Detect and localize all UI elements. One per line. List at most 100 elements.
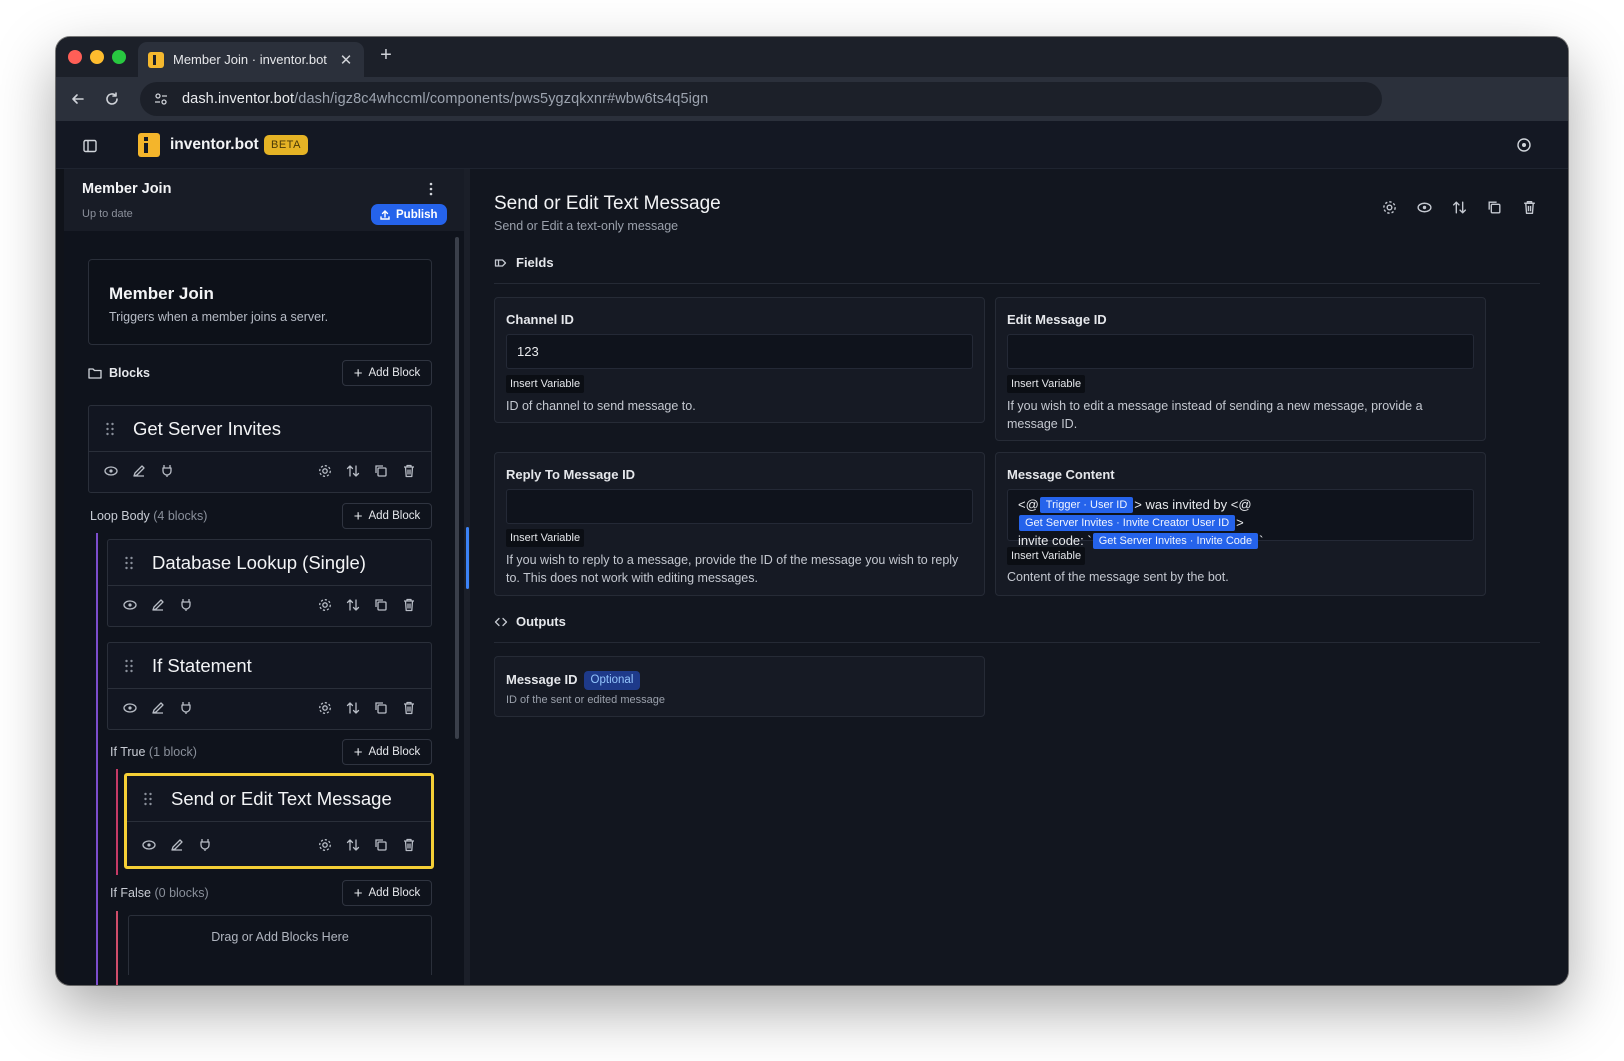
block-get-server-invites[interactable]: Get Server Invites: [88, 405, 432, 493]
edit-message-id-input[interactable]: [1007, 334, 1474, 369]
gear-icon[interactable]: [317, 837, 333, 853]
variable-chip[interactable]: Get Server Invites · Invite Code: [1092, 533, 1259, 549]
drag-handle-icon[interactable]: [143, 792, 153, 806]
editor-title: Send or Edit Text Message: [494, 193, 721, 214]
sidebar-toggle-button[interactable]: [82, 138, 98, 154]
plug-icon[interactable]: [178, 597, 194, 613]
eye-icon[interactable]: [141, 837, 157, 853]
add-block-if-true-button[interactable]: + Add Block: [342, 739, 432, 765]
browser-tab[interactable]: Member Join · inventor.bot ✕: [138, 42, 364, 77]
trash-icon[interactable]: [401, 597, 417, 613]
if-true-branch-line: [116, 769, 118, 875]
minimize-window-button[interactable]: [90, 50, 104, 64]
reply-message-id-input[interactable]: [506, 489, 973, 524]
variable-chip[interactable]: Trigger · User ID: [1039, 497, 1134, 513]
block-send-edit-message[interactable]: Send or Edit Text Message: [124, 773, 434, 869]
copy-icon[interactable]: [1486, 199, 1503, 216]
reorder-icon[interactable]: [345, 463, 361, 479]
beta-badge: BETA: [264, 135, 308, 155]
fields-header: Fields: [494, 255, 554, 270]
insert-variable-button[interactable]: Insert Variable: [1007, 547, 1086, 565]
loop-body-branch-line: [96, 533, 98, 985]
trigger-description: Triggers when a member joins a server.: [109, 310, 329, 324]
add-block-loop-button[interactable]: + Add Block: [342, 503, 432, 529]
eye-icon[interactable]: [122, 597, 138, 613]
if-false-header: If False (0 blocks): [110, 880, 209, 906]
reorder-icon[interactable]: [345, 700, 361, 716]
copy-icon[interactable]: [373, 463, 389, 479]
upload-icon: [380, 209, 390, 220]
block-name: Database Lookup (Single): [152, 551, 366, 573]
reload-button[interactable]: [100, 87, 124, 111]
drop-zone[interactable]: Drag or Add Blocks Here: [128, 915, 432, 975]
block-header: Database Lookup (Single): [108, 540, 431, 586]
reorder-icon[interactable]: [1451, 199, 1468, 216]
more-options-button[interactable]: [426, 181, 436, 197]
eye-icon[interactable]: [122, 700, 138, 716]
app-header: inventor.bot BETA: [56, 121, 1568, 169]
pencil-icon[interactable]: [150, 597, 166, 613]
drag-handle-icon[interactable]: [124, 556, 134, 570]
maximize-window-button[interactable]: [112, 50, 126, 64]
workflow-title: Member Join: [82, 181, 172, 197]
gear-icon[interactable]: [317, 597, 333, 613]
address-bar[interactable]: dash.inventor.bot/dash/igz8c4whccml/comp…: [140, 82, 1382, 116]
tab-close-icon[interactable]: ✕: [338, 51, 354, 69]
pencil-icon[interactable]: [150, 700, 166, 716]
gear-icon[interactable]: [317, 463, 333, 479]
message-content-input[interactable]: <@ Trigger · User ID > was invited by <@Ge…: [1007, 489, 1474, 549]
block-header: Get Server Invites: [89, 406, 431, 452]
block-header: Send or Edit Text Message: [127, 776, 431, 822]
trash-icon[interactable]: [1521, 199, 1538, 216]
if-false-branch-line: [116, 911, 118, 985]
insert-variable-button[interactable]: Insert Variable: [506, 375, 585, 393]
if-true-label: If True (1 block): [110, 745, 197, 759]
block-actions: [141, 836, 417, 854]
copy-icon[interactable]: [373, 597, 389, 613]
new-tab-button[interactable]: +: [374, 44, 398, 67]
pencil-icon[interactable]: [169, 837, 185, 853]
if-false-label: If False (0 blocks): [110, 886, 209, 900]
copy-icon[interactable]: [373, 837, 389, 853]
block-if-statement[interactable]: If Statement: [107, 642, 432, 730]
fields-divider: [494, 283, 1540, 284]
edit-message-id-help: If you wish to edit a message instead of…: [1007, 399, 1423, 431]
gear-icon[interactable]: [317, 700, 333, 716]
plug-icon[interactable]: [197, 837, 213, 853]
arrow-left-icon: [72, 94, 84, 104]
insert-variable-button[interactable]: Insert Variable: [1007, 375, 1086, 393]
brand-name[interactable]: inventor.bot: [170, 136, 259, 154]
add-block-label: Add Block: [368, 367, 421, 379]
channel-id-input[interactable]: 123: [506, 334, 973, 369]
variable-chip[interactable]: Get Server Invites · Invite Creator User…: [1019, 515, 1236, 531]
brand-logo-icon[interactable]: [138, 133, 160, 157]
drag-handle-icon[interactable]: [105, 422, 115, 436]
plug-icon[interactable]: [178, 700, 194, 716]
gear-icon[interactable]: [1381, 199, 1398, 216]
plug-icon[interactable]: [159, 463, 175, 479]
eye-icon[interactable]: [1416, 199, 1433, 216]
back-button[interactable]: [66, 87, 90, 111]
close-window-button[interactable]: [68, 50, 82, 64]
panel-resize-handle[interactable]: [466, 527, 469, 589]
add-block-button[interactable]: + Add Block: [342, 360, 432, 386]
trash-icon[interactable]: [401, 837, 417, 853]
copy-icon[interactable]: [373, 700, 389, 716]
pencil-icon[interactable]: [131, 463, 147, 479]
site-info-icon[interactable]: [150, 88, 172, 110]
output-message-id: Message ID Optional ID of the sent or edi…: [494, 656, 985, 717]
drag-handle-icon[interactable]: [124, 659, 134, 673]
help-button[interactable]: [1516, 137, 1532, 153]
trash-icon[interactable]: [401, 700, 417, 716]
reorder-icon[interactable]: [345, 837, 361, 853]
editor-actions: [1381, 199, 1538, 216]
workflow-scrollbar[interactable]: [455, 237, 459, 739]
trigger-card[interactable]: Member Join Triggers when a member joins…: [88, 259, 432, 345]
insert-variable-button[interactable]: Insert Variable: [506, 529, 585, 547]
reorder-icon[interactable]: [345, 597, 361, 613]
add-block-if-false-button[interactable]: + Add Block: [342, 880, 432, 906]
block-database-lookup[interactable]: Database Lookup (Single): [107, 539, 432, 627]
publish-button[interactable]: Publish: [371, 204, 447, 225]
eye-icon[interactable]: [103, 463, 119, 479]
trash-icon[interactable]: [401, 463, 417, 479]
